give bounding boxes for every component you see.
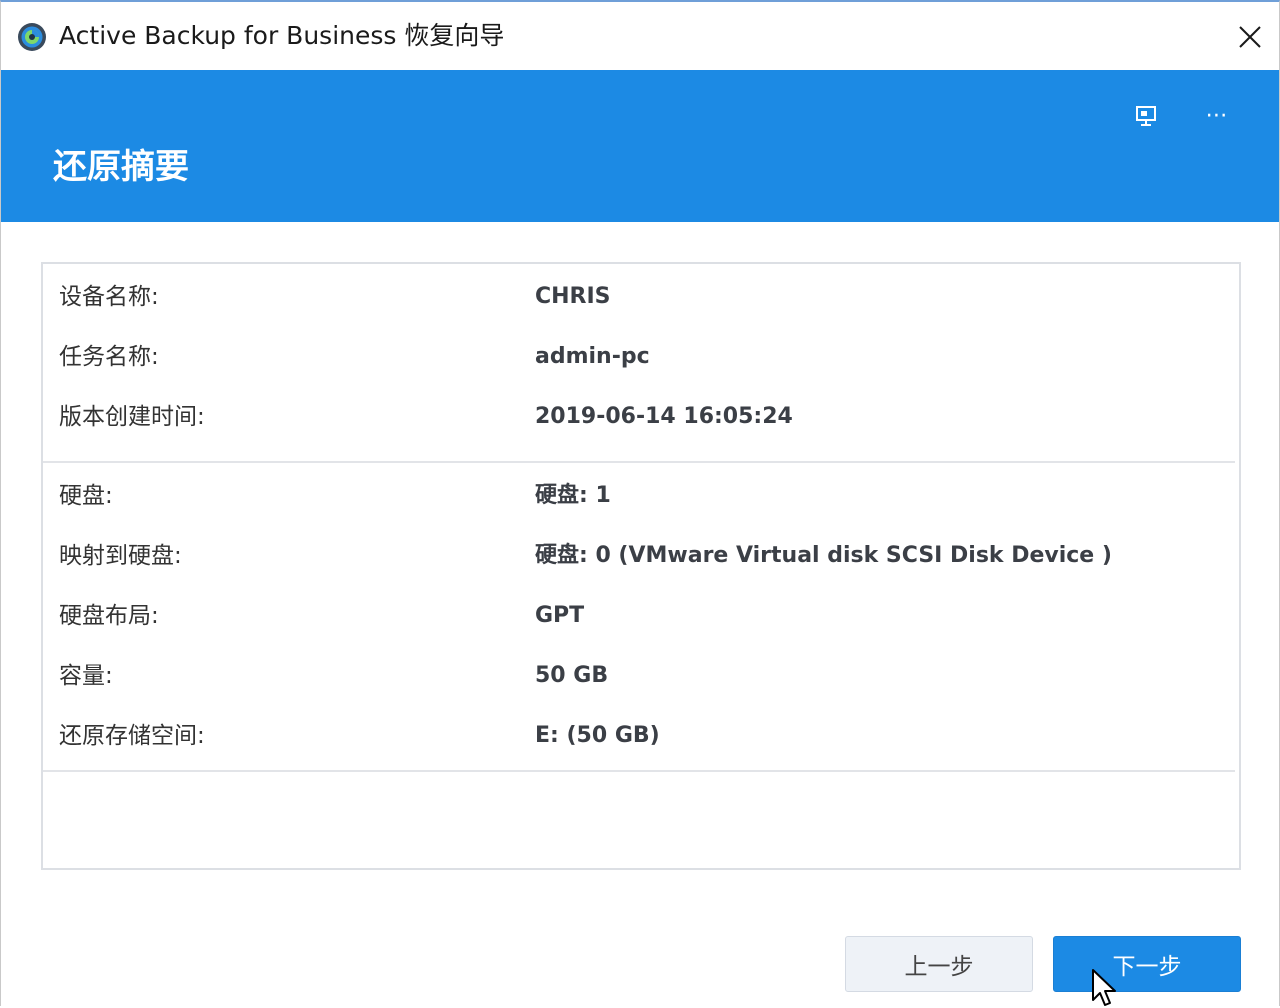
summary-row: 容量: 50 GB [43,656,1239,696]
restore-wizard-window: Active Backup for Business 恢复向导 ⋯ 还原摘要 设… [0,0,1280,1006]
summary-value: 硬盘: 1 [535,483,611,508]
title-bar: Active Backup for Business 恢复向导 [1,2,1279,68]
summary-value: 50 GB [535,663,609,688]
summary-value: CHRIS [535,284,611,309]
summary-value: E: (50 GB) [535,723,660,748]
summary-label: 版本创建时间: [59,404,205,430]
summary-row: 版本创建时间: 2019-06-14 16:05:24 [43,397,1239,437]
summary-value: admin-pc [535,344,650,369]
previous-button[interactable]: 上一步 [845,936,1033,992]
summary-label: 硬盘布局: [59,603,159,629]
more-button[interactable]: ⋯ [1197,98,1237,134]
support-button[interactable] [1128,98,1168,134]
support-center-icon [1136,106,1156,126]
summary-panel: 设备名称: CHRIS 任务名称: admin-pc 版本创建时间: 2019-… [41,262,1241,870]
summary-row: 任务名称: admin-pc [43,337,1239,377]
summary-value: 硬盘: 0 (VMware Virtual disk SCSI Disk Dev… [535,543,1112,568]
summary-row: 还原存储空间: E: (50 GB) [43,716,1239,756]
section-divider [43,461,1235,463]
section-divider [43,770,1235,772]
summary-label: 容量: [59,663,113,689]
summary-row: 硬盘布局: GPT [43,596,1239,636]
summary-label: 映射到硬盘: [59,543,182,569]
page-title: 还原摘要 [53,147,189,187]
summary-label: 设备名称: [59,284,159,310]
close-icon [1239,26,1261,48]
more-icon: ⋯ [1205,103,1229,128]
summary-value: 2019-06-14 16:05:24 [535,404,793,429]
summary-label: 还原存储空间: [59,723,205,749]
summary-label: 任务名称: [59,344,159,370]
summary-row: 映射到硬盘: 硬盘: 0 (VMware Virtual disk SCSI D… [43,536,1239,576]
summary-row: 设备名称: CHRIS [43,277,1239,317]
wizard-header: ⋯ 还原摘要 [1,70,1279,222]
summary-row: 硬盘: 硬盘: 1 [43,476,1239,516]
summary-label: 硬盘: [59,483,113,509]
active-backup-icon [18,23,46,51]
window-title: Active Backup for Business 恢复向导 [59,21,505,50]
close-button[interactable] [1223,16,1277,58]
next-button[interactable]: 下一步 [1053,936,1241,992]
summary-value: GPT [535,603,585,628]
